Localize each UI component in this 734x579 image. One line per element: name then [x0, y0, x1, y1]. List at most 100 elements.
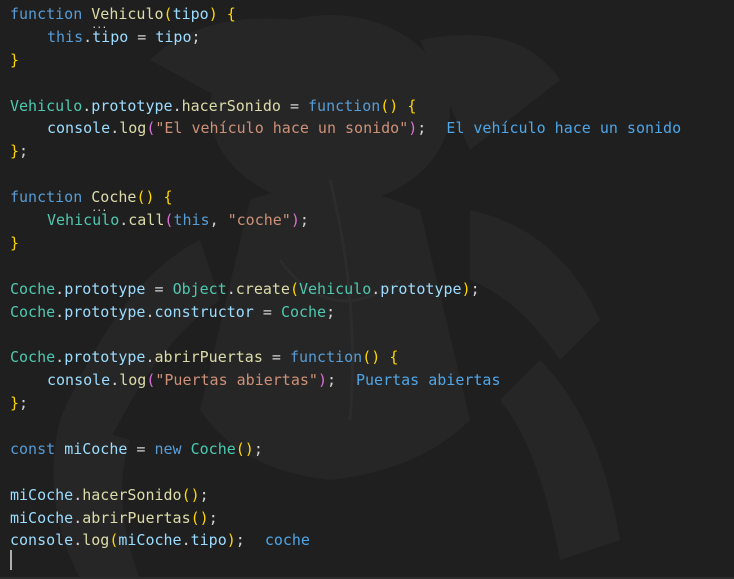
- keyword-function: function: [289, 348, 363, 367]
- code-line-20[interactable]: const miCoche = new Coche();: [10, 438, 734, 461]
- semicolon: ;: [417, 119, 427, 138]
- code-line-12[interactable]: [10, 255, 734, 278]
- code-line-18[interactable]: };: [10, 392, 734, 415]
- prop-prototype: prototype: [64, 302, 146, 321]
- semicolon: ;: [191, 27, 201, 46]
- paren: (): [136, 188, 155, 207]
- operator-assign: =: [145, 279, 173, 298]
- code-line-8[interactable]: [10, 163, 734, 186]
- class-coche: Coche: [190, 439, 236, 458]
- class-coche: Coche: [10, 348, 56, 367]
- dot: .: [181, 531, 191, 550]
- variable-micoche: miCoche: [10, 485, 74, 504]
- class-vehiculo: Vehiculo: [299, 279, 372, 298]
- keyword-function: function: [10, 188, 83, 207]
- dot: .: [371, 279, 381, 298]
- value-tipo: tipo: [155, 27, 192, 46]
- code-line-6[interactable]: console.log("El vehículo hace un sonido"…: [10, 117, 734, 140]
- code-line-13[interactable]: Coche.prototype = Object.create(Vehiculo…: [10, 278, 734, 301]
- paren: ): [290, 211, 300, 230]
- dot: .: [145, 348, 155, 367]
- function-log: log: [119, 119, 147, 138]
- semicolon: ;: [253, 439, 263, 458]
- code-line-11[interactable]: }: [10, 232, 734, 255]
- code-line-3[interactable]: }: [10, 49, 734, 72]
- param-tipo: tipo: [172, 5, 209, 23]
- paren: (: [163, 5, 173, 23]
- dot: .: [110, 371, 120, 390]
- dot: .: [110, 119, 120, 138]
- prop-tipo: tipo: [92, 27, 129, 46]
- paren: (): [362, 348, 381, 367]
- variable-micoche: miCoche: [10, 508, 74, 527]
- code-line-16[interactable]: Coche.prototype.abrirPuertas = function(…: [10, 346, 734, 369]
- code-line-15[interactable]: [10, 323, 734, 346]
- inline-result: coche: [264, 531, 310, 550]
- prop-prototype: prototype: [64, 279, 146, 298]
- function-name-vehiculo: Vehiculo: [91, 5, 163, 23]
- code-line-2[interactable]: this.tipo = tipo;: [10, 26, 734, 49]
- semicolon: ;: [326, 371, 336, 390]
- object-console: console: [47, 119, 111, 138]
- class-vehiculo: Vehiculo: [10, 96, 83, 115]
- code-line-23[interactable]: miCoche.abrirPuertas();: [10, 507, 734, 530]
- function-log: log: [82, 531, 110, 550]
- dot: .: [73, 531, 83, 550]
- operator-assign: =: [127, 439, 155, 458]
- code-line-9[interactable]: function Coche() {: [10, 186, 734, 209]
- paren: (): [190, 508, 209, 527]
- code-line-10[interactable]: Vehiculo.call(this, "coche");: [10, 209, 734, 232]
- function-call: call: [128, 211, 165, 230]
- paren: ): [408, 119, 418, 138]
- brace-close: }: [10, 142, 20, 161]
- brace-open: {: [163, 188, 173, 207]
- comma: ,: [209, 211, 228, 230]
- code-line-17[interactable]: console.log("Puertas abiertas"); Puertas …: [10, 369, 734, 392]
- brace-open: {: [389, 348, 399, 367]
- variable-micoche: miCoche: [118, 531, 182, 550]
- prop-constructor: constructor: [154, 302, 254, 321]
- class-coche: Coche: [280, 302, 327, 321]
- function-create: create: [235, 279, 290, 298]
- semicolon: ;: [326, 302, 336, 321]
- dot: .: [172, 96, 182, 115]
- code-area[interactable]: function Vehiculo(tipo) { this.tipo = ti…: [10, 3, 734, 552]
- semicolon: ;: [235, 531, 245, 550]
- semicolon: ;: [299, 211, 309, 230]
- inline-result: El vehículo hace un sonido: [446, 119, 682, 138]
- code-line-24[interactable]: console.log(miCoche.tipo); coche: [10, 529, 734, 552]
- paren: ): [317, 371, 327, 390]
- paren: ): [461, 279, 471, 298]
- method-abrirpuertas: abrirPuertas: [82, 508, 191, 527]
- code-line-7[interactable]: };: [10, 140, 734, 163]
- class-object: Object: [172, 279, 227, 298]
- code-editor[interactable]: function Vehiculo(tipo) { this.tipo = ti…: [0, 0, 734, 579]
- inline-result: Puertas abiertas: [356, 371, 501, 390]
- operator-assign: =: [280, 96, 309, 115]
- semicolon: ;: [19, 142, 29, 161]
- code-line-4[interactable]: [10, 72, 734, 95]
- function-name-coche: Coche: [91, 188, 136, 206]
- operator-assign: =: [128, 27, 156, 46]
- code-line-19[interactable]: [10, 415, 734, 438]
- code-line-21[interactable]: [10, 461, 734, 484]
- string-literal: "Puertas abiertas": [155, 371, 318, 390]
- keyword-function: function: [308, 96, 381, 115]
- semicolon: ;: [19, 394, 29, 413]
- prop-prototype: prototype: [380, 279, 462, 298]
- variable-micoche: miCoche: [64, 439, 128, 458]
- brace-close: }: [10, 233, 20, 252]
- dot: .: [83, 27, 93, 46]
- semicolon: ;: [199, 485, 209, 504]
- code-line-5[interactable]: Vehiculo.prototype.hacerSonido = functio…: [10, 95, 734, 118]
- code-line-22[interactable]: miCoche.hacerSonido();: [10, 484, 734, 507]
- keyword-this: this: [173, 211, 210, 230]
- code-line-14[interactable]: Coche.prototype.constructor = Coche;: [10, 301, 734, 324]
- class-coche: Coche: [10, 279, 56, 298]
- dot: .: [145, 302, 155, 321]
- brace-close: }: [10, 50, 20, 69]
- code-line-1[interactable]: function Vehiculo(tipo) {: [10, 3, 734, 26]
- method-hacersonido: hacerSonido: [181, 96, 281, 115]
